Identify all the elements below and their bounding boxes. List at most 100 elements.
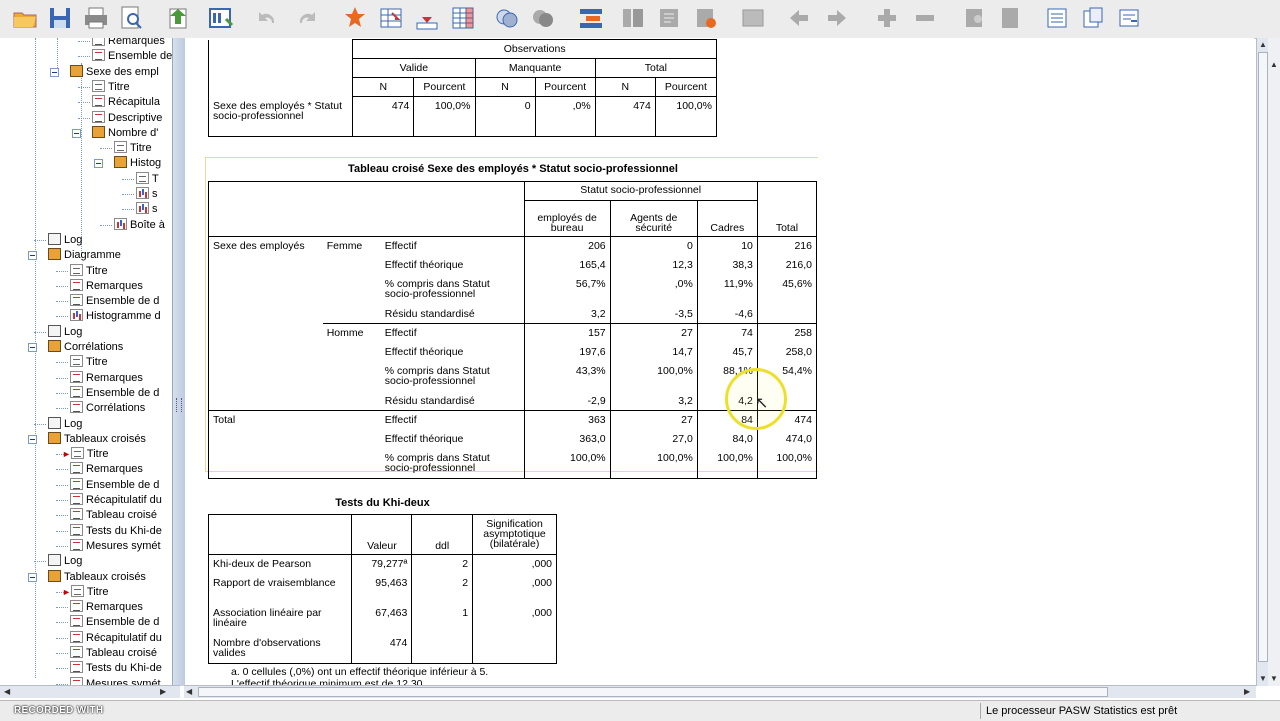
scroll-left-icon[interactable]: ◀	[4, 687, 10, 696]
nav-item[interactable]: Tests du Khi-de	[70, 661, 162, 676]
select-cases-icon[interactable]	[494, 5, 520, 31]
nav-item[interactable]: Titre	[70, 263, 108, 279]
nav-item[interactable]: Nombre d'	[92, 125, 158, 141]
nav-item[interactable]: Ensemble de d	[70, 294, 159, 309]
collapse-toggle[interactable]	[72, 128, 81, 138]
collapse-icon[interactable]	[912, 5, 938, 31]
scroll-down-icon[interactable]: ▼	[1259, 674, 1267, 683]
nav-item[interactable]: Ensemble de d	[70, 615, 159, 630]
nav-item[interactable]: Tests du Khi-de	[70, 523, 162, 539]
nav-item[interactable]: Boîte à	[114, 217, 165, 233]
nav-item[interactable]: Remarques	[70, 370, 143, 386]
redo-icon[interactable]	[294, 5, 320, 31]
nav-item[interactable]: Ensemble de d	[70, 477, 159, 493]
nav-item[interactable]: Diagramme	[48, 248, 121, 263]
nav-item[interactable]: Récapitulatif du	[70, 493, 162, 508]
scroll-right-icon[interactable]: ▶	[160, 687, 166, 696]
scroll-down-icon[interactable]: ▼	[1270, 674, 1278, 683]
insert-title-icon[interactable]	[1044, 5, 1070, 31]
nav-item[interactable]: Mesures symét	[70, 538, 161, 554]
navigator-scrollbar[interactable]: ◀ ▶	[0, 685, 180, 698]
nav-item[interactable]: Remarques	[70, 462, 143, 477]
pane-splitter[interactable]	[172, 38, 185, 686]
chi-square-table[interactable]: Valeur ddl Signification asymptotique (b…	[208, 514, 557, 664]
goto-variable-icon[interactable]	[378, 5, 404, 31]
nav-item[interactable]: Descriptive	[92, 110, 162, 126]
nav-item[interactable]: Ensemble de d	[70, 385, 159, 401]
collapse-toggle[interactable]	[28, 434, 37, 444]
recall-dialog-icon[interactable]	[208, 5, 234, 31]
nav-item[interactable]: Récapitula	[92, 95, 160, 110]
nav-item[interactable]: Tableau croisé	[70, 508, 157, 523]
insert-text-icon[interactable]	[1080, 5, 1106, 31]
show-icon[interactable]	[962, 5, 988, 31]
scroll-right-icon[interactable]: ▶	[1244, 687, 1250, 696]
nav-item[interactable]: ► Titre	[62, 447, 109, 462]
nav-item[interactable]: Titre	[92, 79, 130, 95]
expand-icon[interactable]	[874, 5, 900, 31]
book-icon	[114, 156, 127, 169]
nav-item[interactable]: s	[136, 187, 158, 202]
nav-item[interactable]: Ensemble de d	[92, 49, 180, 64]
back-icon[interactable]	[786, 5, 812, 31]
nav-item[interactable]: Corrélations	[70, 401, 145, 416]
nav-item[interactable]: s	[136, 202, 158, 217]
collapse-toggle[interactable]	[94, 159, 103, 169]
nav-item[interactable]: Log	[48, 416, 82, 432]
insert-new-text-icon[interactable]	[1116, 5, 1142, 31]
export-icon[interactable]	[166, 5, 192, 31]
scroll-thumb[interactable]	[198, 687, 1108, 697]
table-cell: 206	[524, 236, 611, 256]
collapse-toggle[interactable]	[28, 343, 37, 352]
outer-scrollbar[interactable]: ▲ ▼	[1268, 38, 1280, 686]
collapse-toggle[interactable]	[50, 67, 59, 77]
show-all-icon[interactable]	[656, 5, 682, 31]
hide-output-icon[interactable]	[740, 5, 766, 31]
chart-icon	[114, 217, 127, 230]
insert-heading-icon[interactable]	[998, 5, 1024, 31]
nav-item[interactable]: Corrélations	[48, 340, 123, 355]
collapse-toggle[interactable]	[28, 251, 37, 261]
nav-item[interactable]: Remarques	[70, 600, 143, 615]
nav-item[interactable]: Tableaux croisés	[48, 569, 146, 585]
nav-item[interactable]: Sexe des empl	[70, 64, 159, 80]
variables-icon[interactable]	[450, 5, 476, 31]
crosstab-table[interactable]: Statut socio-professionnel Total employé…	[208, 181, 817, 479]
open-icon[interactable]	[12, 5, 38, 31]
value-labels-icon[interactable]	[530, 5, 556, 31]
collapse-toggle[interactable]	[28, 572, 37, 582]
weight-cases-icon[interactable]	[620, 5, 646, 31]
horizontal-scrollbar[interactable]: ◀ ▶	[184, 685, 1256, 698]
col-header: Cadres	[697, 200, 758, 237]
nav-item[interactable]: Remarques	[92, 38, 165, 49]
split-file-icon[interactable]	[578, 5, 604, 31]
scroll-thumb[interactable]	[1258, 52, 1268, 662]
scroll-up-icon[interactable]: ▲	[1259, 40, 1267, 49]
nav-item[interactable]: Log	[48, 324, 82, 340]
nav-item[interactable]: Histog	[114, 156, 161, 171]
hide-icon[interactable]	[693, 5, 719, 31]
scroll-up-icon[interactable]: ▲	[1270, 60, 1278, 69]
nav-item[interactable]: Remarques	[70, 278, 143, 294]
print-icon[interactable]	[83, 5, 109, 31]
nav-item[interactable]: Log	[48, 554, 82, 569]
nav-item[interactable]: Tableaux croisés	[48, 431, 146, 447]
splitter-grip[interactable]	[176, 398, 182, 412]
forward-icon[interactable]	[824, 5, 850, 31]
nav-item[interactable]: Histogramme d	[70, 309, 161, 324]
nav-item[interactable]: Titre	[70, 355, 108, 370]
insert-cases-icon[interactable]	[414, 5, 440, 31]
print-preview-icon[interactable]	[118, 5, 144, 31]
stat-label: Effectif théorique	[380, 255, 525, 275]
nav-item[interactable]: Tableau croisé	[70, 646, 157, 661]
goto-case-icon[interactable]	[342, 5, 368, 31]
nav-item[interactable]: Log	[48, 232, 82, 248]
scroll-left-icon[interactable]: ◀	[186, 687, 192, 696]
nav-item[interactable]: Récapitulatif du	[70, 630, 162, 646]
undo-icon[interactable]	[254, 5, 280, 31]
nav-item[interactable]: Titre	[114, 141, 152, 156]
nav-item[interactable]: ► Titre	[62, 584, 109, 600]
save-icon[interactable]	[47, 5, 73, 31]
case-summary-table[interactable]: Observations Valide Manquante Total N Po…	[207, 39, 718, 137]
nav-item[interactable]: T	[136, 171, 159, 187]
